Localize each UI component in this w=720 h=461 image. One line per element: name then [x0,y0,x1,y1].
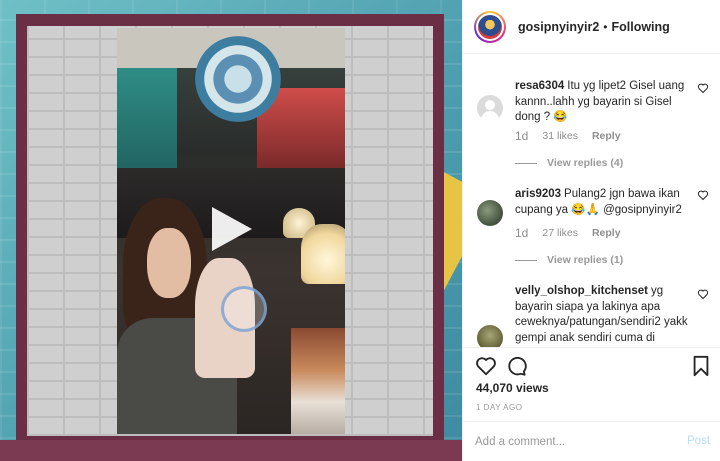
heart-icon[interactable] [697,82,709,94]
comments-list[interactable]: resa6304 Itu yg lipet2 Gisel uang kannn..… [463,55,720,347]
comment-username[interactable]: resa6304 [515,80,564,92]
video-scene-person-face [147,228,191,298]
header-username[interactable]: gosipnyinyir2 [518,20,599,34]
comment-avatar[interactable] [477,200,503,226]
replies-divider [515,162,537,164]
media-frame-bottom [0,440,462,461]
views-count[interactable]: 44,070 views [476,381,549,395]
comment-meta: 1d 31 likes Reply [515,129,621,143]
reply-button[interactable]: Reply [592,227,621,239]
comment-username[interactable]: velly_olshop_kitchenset [515,285,648,297]
view-replies-label: View replies (4) [547,157,624,169]
video-scene-lamp [301,224,345,284]
comment-likes[interactable]: 27 likes [542,227,578,239]
comment-text: velly_olshop_kitchenset yg bayarin siapa … [515,284,691,347]
video-scene-emblem [195,36,281,122]
view-replies-label: View replies (1) [547,254,624,266]
avatar-image [478,14,502,39]
comment-meta: 1d 27 likes Reply [515,226,621,240]
replies-divider [515,259,537,261]
watermark-logo [221,286,267,332]
comment-avatar[interactable] [477,325,503,347]
bookmark-icon[interactable] [690,355,712,377]
comment-username[interactable]: aris9203 [515,188,561,200]
heart-icon[interactable] [697,189,709,201]
comment-icon[interactable] [505,355,527,377]
add-comment-bar: Post [463,421,720,461]
post-actions: 44,070 views 1 DAY AGO [463,347,720,429]
comment-time[interactable]: 1d [515,226,528,240]
post-button[interactable]: Post [687,435,710,447]
comment-time[interactable]: 1d [515,129,528,143]
header-separator: • [603,19,608,34]
reply-button[interactable]: Reply [592,130,621,142]
post-timestamp[interactable]: 1 DAY AGO [476,403,522,412]
avatar[interactable] [474,10,506,43]
heart-icon[interactable] [697,288,709,300]
view-replies-button[interactable]: View replies (4) [515,157,623,169]
post-header: gosipnyinyir2 • Following [463,0,720,54]
following-button[interactable]: Following [611,20,669,34]
heart-icon[interactable] [475,355,497,377]
video-scene-food [291,328,345,434]
post-sidebar: gosipnyinyir2 • Following resa6304 Itu yg… [462,0,720,461]
post-media[interactable] [0,0,462,461]
comment-text: resa6304 Itu yg lipet2 Gisel uang kannn..… [515,79,691,126]
comment-text: aris9203 Pulang2 jgn bawa ikan cupang ya … [515,187,691,218]
comment-avatar[interactable] [477,95,503,121]
comment-likes[interactable]: 31 likes [542,130,578,142]
view-replies-button[interactable]: View replies (1) [515,254,623,266]
comment-input[interactable] [475,432,665,452]
play-icon[interactable] [208,203,256,255]
